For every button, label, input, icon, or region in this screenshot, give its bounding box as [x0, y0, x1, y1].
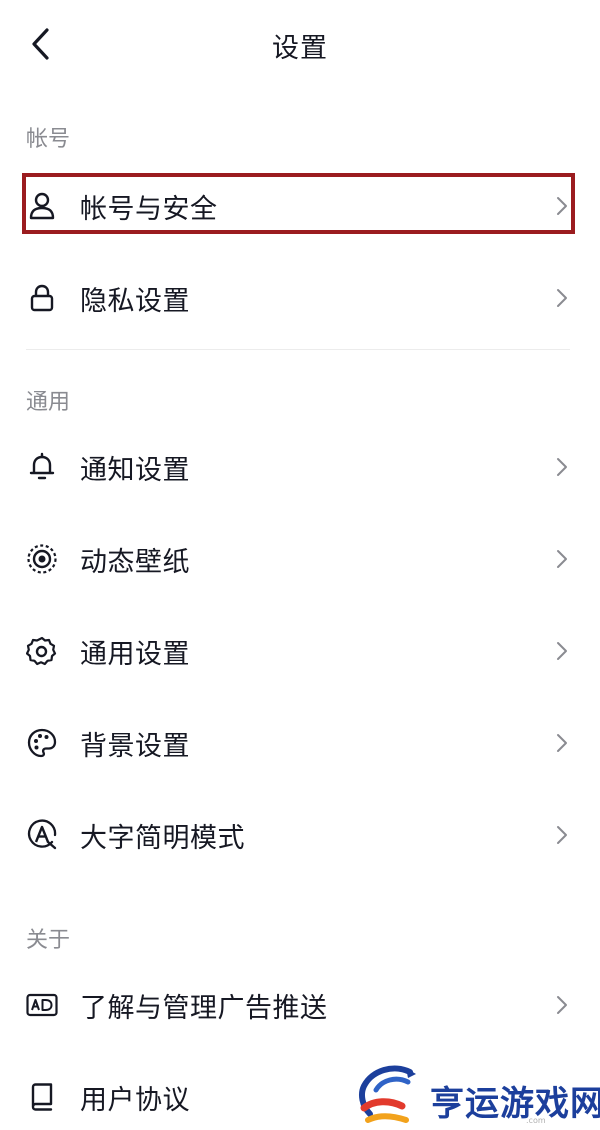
- font-size-icon: [26, 819, 58, 851]
- menu-item-notification-settings[interactable]: 通知设置: [0, 435, 600, 499]
- chevron-right-icon: [554, 731, 570, 755]
- menu-item-label: 背景设置: [80, 730, 190, 762]
- bell-icon: [26, 451, 58, 483]
- menu-item-general-settings[interactable]: 通用设置: [0, 619, 600, 683]
- menu-item-large-font-mode[interactable]: 大字简明模式: [0, 803, 600, 867]
- ad-icon: [26, 989, 58, 1021]
- menu-item-label: 动态壁纸: [80, 546, 190, 578]
- chevron-right-icon: [554, 455, 570, 479]
- header: 设置: [0, 0, 600, 92]
- chevron-right-icon: [554, 286, 570, 310]
- section-label-about: 关于: [26, 928, 71, 953]
- menu-item-background-settings[interactable]: 背景设置: [0, 711, 600, 775]
- page-title: 设置: [272, 33, 328, 64]
- menu-item-label: 通用设置: [80, 638, 190, 670]
- menu-item-label: 帐号与安全: [80, 193, 218, 225]
- menu-item-ad-management[interactable]: 了解与管理广告推送: [0, 973, 600, 1037]
- menu-item-live-wallpaper[interactable]: 动态壁纸: [0, 527, 600, 591]
- menu-item-account-security[interactable]: 帐号与安全: [0, 174, 600, 238]
- lock-icon: [26, 282, 58, 314]
- gear-icon: [26, 635, 58, 667]
- menu-item-label: 隐私设置: [80, 285, 190, 317]
- watermark-text: 亨运游戏网: [430, 1084, 600, 1124]
- section-label-account: 帐号: [26, 127, 71, 152]
- section-label-general: 通用: [26, 390, 71, 415]
- settings-page: 设置 帐号 帐号与安全 隐私设置 通用 通知设置 动态壁纸 通用设置 背景设置 …: [0, 0, 600, 1130]
- dragon-logo-icon: [359, 1065, 416, 1123]
- watermark: 亨运游戏网 .com: [350, 1062, 600, 1130]
- watermark-domain: .com: [526, 1116, 546, 1125]
- menu-item-privacy-settings[interactable]: 隐私设置: [0, 266, 600, 330]
- live-wallpaper-icon: [26, 543, 58, 575]
- chevron-right-icon: [554, 823, 570, 847]
- menu-item-label: 用户协议: [80, 1084, 190, 1116]
- book-icon: [26, 1081, 58, 1113]
- menu-item-label: 大字简明模式: [80, 822, 245, 854]
- chevron-right-icon: [554, 993, 570, 1017]
- menu-item-label: 通知设置: [80, 454, 190, 486]
- menu-item-label: 了解与管理广告推送: [80, 992, 328, 1024]
- user-icon: [26, 190, 58, 222]
- chevron-right-icon: [554, 547, 570, 571]
- palette-icon: [26, 727, 58, 759]
- chevron-right-icon: [554, 639, 570, 663]
- section-divider: [26, 349, 570, 350]
- chevron-right-icon: [554, 194, 570, 218]
